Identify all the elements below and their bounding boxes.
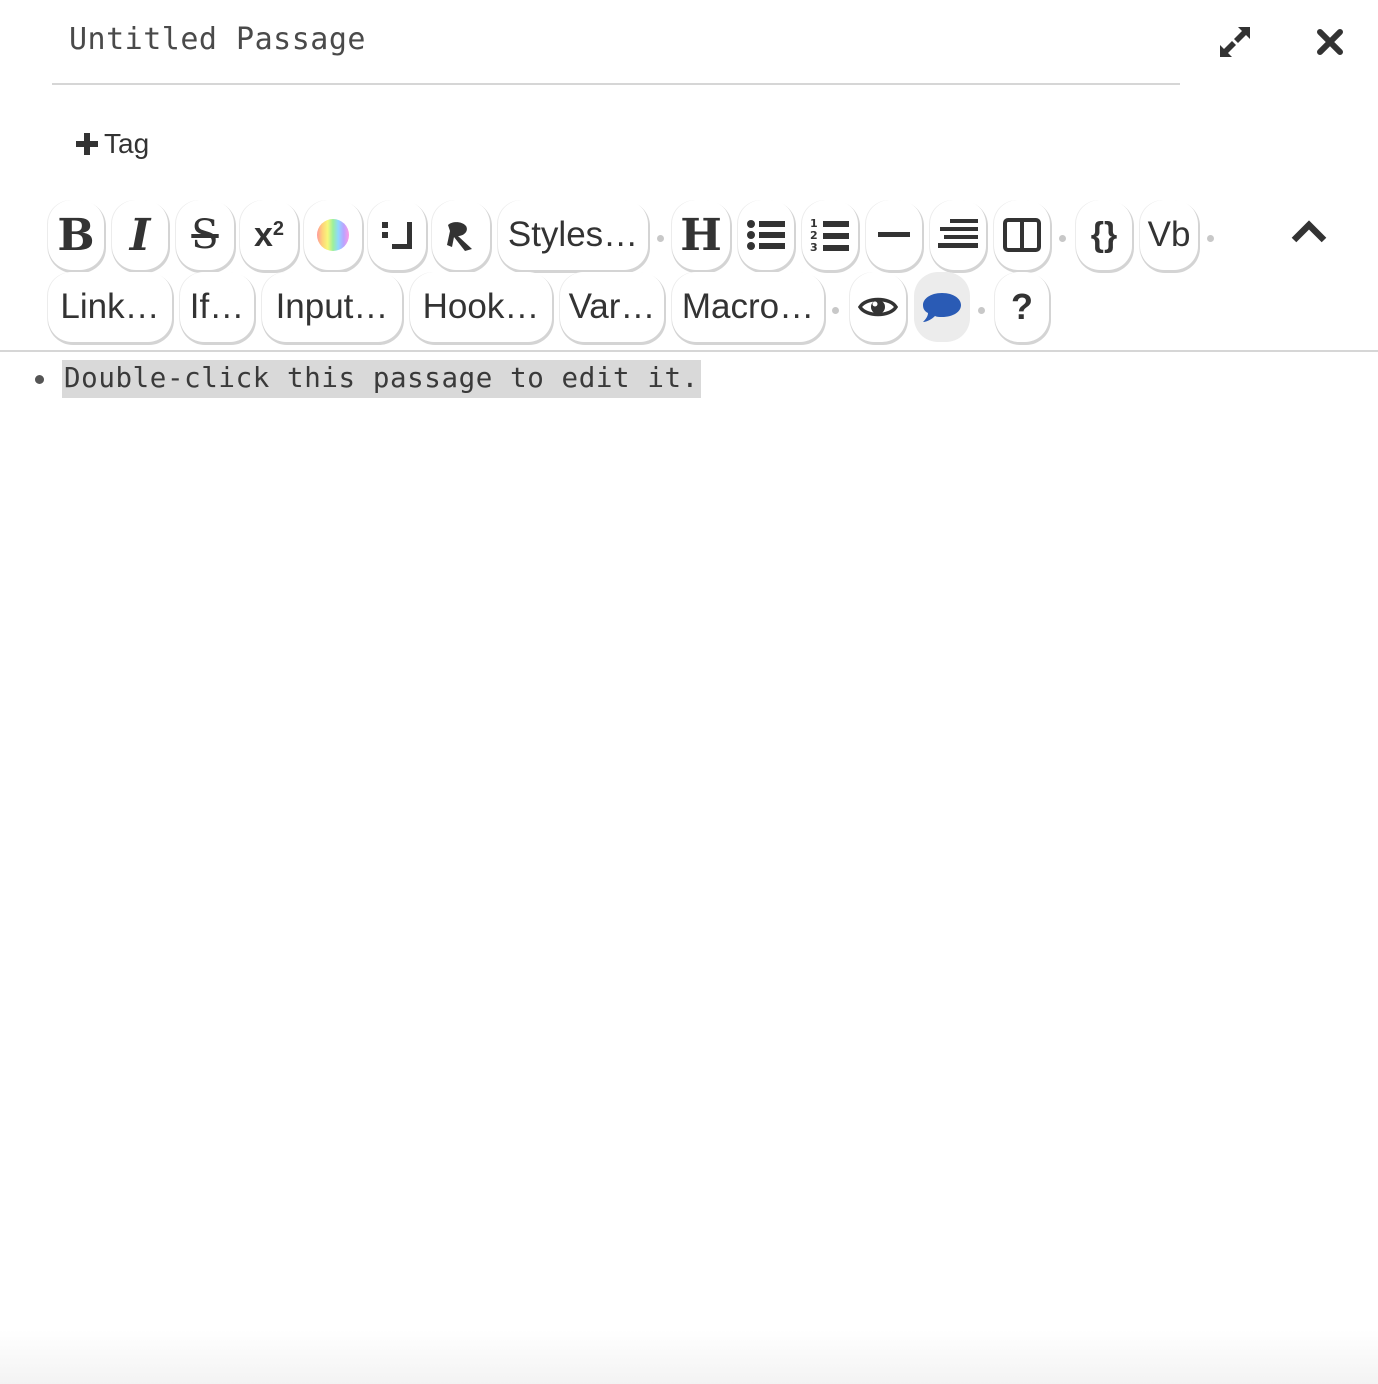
- verbatim-label: Vb: [1147, 215, 1191, 254]
- italic-label: I: [129, 209, 151, 261]
- collapse-toolbar-button[interactable]: [1282, 204, 1336, 258]
- special-markup-button[interactable]: [432, 200, 490, 270]
- italic-button[interactable]: I: [112, 200, 168, 270]
- passage-title-field[interactable]: Untitled Passage: [52, 0, 1180, 85]
- superscript-button[interactable]: x2: [240, 200, 298, 270]
- if-menu-button[interactable]: If…: [180, 272, 254, 342]
- chevron-up-icon: [1291, 220, 1327, 243]
- heading-button[interactable]: H: [672, 200, 730, 270]
- styles-menu-button[interactable]: Styles…: [498, 200, 648, 270]
- bulleted-list-button[interactable]: [738, 200, 794, 270]
- colours-button[interactable]: [304, 200, 362, 270]
- tooltips-toggle-button[interactable]: [914, 272, 970, 342]
- toolbar-separator: [1207, 235, 1214, 242]
- collapse-whitespace-button[interactable]: [368, 200, 426, 270]
- strikethrough-button[interactable]: S: [176, 200, 234, 270]
- hook-menu-label: Hook…: [422, 287, 540, 326]
- passage-body-text: Double-click this passage to edit it.: [62, 360, 701, 398]
- columns-icon: [1003, 218, 1041, 252]
- input-menu-button[interactable]: Input…: [262, 272, 402, 342]
- var-menu-label: Var…: [568, 287, 656, 326]
- passage-editor: Untitled Passage Tag B I S x 2 Styles… H…: [0, 0, 1378, 1384]
- passage-title-input[interactable]: Untitled Passage: [69, 22, 366, 57]
- toolbar-separator: [657, 235, 664, 242]
- eye-icon: [858, 297, 898, 317]
- close-x-icon: [1317, 29, 1343, 55]
- verbatim-braces-button[interactable]: {}: [1076, 200, 1132, 270]
- heading-label: H: [680, 209, 722, 261]
- preview-button[interactable]: [850, 272, 906, 342]
- toolbar-separator: [978, 307, 985, 314]
- add-tag-button[interactable]: Tag: [74, 124, 149, 164]
- maximize-button[interactable]: [1211, 18, 1259, 66]
- plus-icon: [76, 133, 98, 155]
- styles-menu-label: Styles…: [507, 215, 639, 254]
- align-right-button[interactable]: [930, 200, 986, 270]
- hook-menu-button[interactable]: Hook…: [410, 272, 552, 342]
- bold-label: B: [57, 209, 95, 261]
- macro-menu-button[interactable]: Macro…: [672, 272, 824, 342]
- columns-button[interactable]: [994, 200, 1050, 270]
- help-label: ?: [1011, 286, 1033, 327]
- rainbow-colour-icon: [317, 219, 349, 251]
- horizontal-rule-icon: [878, 232, 910, 237]
- close-button[interactable]: [1306, 18, 1354, 66]
- fancy-r-icon: [447, 222, 472, 251]
- bulleted-list-icon: [747, 220, 785, 250]
- input-menu-label: Input…: [275, 287, 389, 326]
- speech-bubble-icon: [923, 293, 961, 322]
- expand-arrows-icon: [1220, 27, 1250, 57]
- add-tag-label: Tag: [104, 128, 150, 159]
- link-menu-button[interactable]: Link…: [48, 272, 172, 342]
- toolbar-separator: [832, 307, 839, 314]
- strikethrough-label: S: [191, 212, 219, 258]
- svg-text:3: 3: [810, 241, 818, 253]
- superscript-exponent: 2: [272, 217, 285, 240]
- numbered-list-icon: 1 2 3: [810, 217, 849, 253]
- toolbar-separator: [1059, 235, 1066, 242]
- if-menu-label: If…: [189, 287, 245, 326]
- list-bullet: [35, 375, 44, 384]
- bold-button[interactable]: B: [48, 200, 104, 270]
- braces-label: {}: [1090, 215, 1118, 254]
- numbered-list-button[interactable]: 1 2 3: [802, 200, 858, 270]
- macro-menu-label: Macro…: [681, 287, 815, 326]
- superscript-label: x: [253, 215, 273, 254]
- verbatim-button[interactable]: Vb: [1140, 200, 1198, 270]
- var-menu-button[interactable]: Var…: [560, 272, 664, 342]
- collapse-whitespace-icon: [382, 222, 412, 249]
- link-menu-label: Link…: [60, 287, 160, 326]
- horizontal-rule-button[interactable]: [866, 200, 922, 270]
- align-right-icon: [938, 219, 978, 248]
- help-button[interactable]: ?: [995, 272, 1049, 342]
- toolbar-divider: [0, 350, 1378, 352]
